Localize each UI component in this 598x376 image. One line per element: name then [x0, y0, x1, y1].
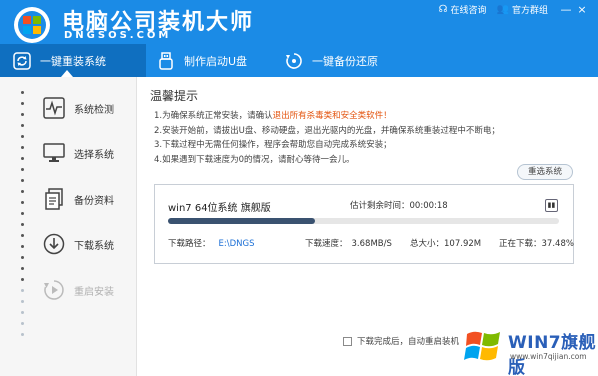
total-size: 总大小：107.92M	[410, 239, 482, 249]
sidebar-item-download-system: 下载系统	[42, 232, 114, 256]
reselect-system-button[interactable]: 重选系统	[517, 164, 573, 180]
sidebar-item-select-system: 选择系统	[42, 141, 114, 165]
usb-icon	[156, 51, 176, 71]
sidebar-item-label: 备份资料	[74, 195, 114, 207]
watermark-url: www.win7qijian.com	[510, 352, 587, 361]
tip-line: 4.如果遇到下载速度为0的情况，请耐心等待一会儿。	[154, 154, 355, 165]
minimize-button[interactable]: —	[558, 3, 574, 16]
headset-icon: ☊	[438, 4, 448, 15]
auto-reboot-label: 下载完成后，自动重启装机	[357, 337, 460, 347]
tab-label: 制作启动U盘	[184, 54, 248, 68]
sidebar-item-label: 下载系统	[74, 240, 114, 252]
documents-icon	[42, 187, 66, 211]
tips-list: 1.为确保系统正常安装，请确认退出所有杀毒类和安全类软件！ 2.安装开始前，请拔…	[154, 109, 500, 167]
tab-label: 一键备份还原	[312, 54, 378, 68]
download-path: 下载路径： E:\DNGS	[168, 239, 255, 249]
sidebar-item-system-check: 系统检测	[42, 96, 114, 120]
tab-backup-restore[interactable]: 一键备份还原	[276, 44, 426, 77]
download-path-value[interactable]: E:\DNGS	[219, 239, 255, 249]
tip-line: 2.安装开始前，请拔出U盘、移动硬盘，退出光驱内的光盘，并确保系统重装过程中不断…	[154, 125, 500, 136]
pulse-icon	[42, 96, 66, 120]
app-logo-icon	[14, 7, 50, 43]
sidebar-item-reboot-install: 重启安装	[42, 278, 114, 302]
system-name: win7 64位系统 旗舰版	[168, 203, 271, 214]
remaining-time-value: 00:00:18	[409, 201, 448, 211]
sidebar-item-backup-data: 备份资料	[42, 187, 114, 211]
tip-line: 3.下载过程中无需任何操作，程序会帮助您自动完成系统安装；	[154, 140, 392, 150]
watermark: WIN7旗舰版 www.win7qijian.com	[452, 322, 598, 376]
official-group-label: 官方群组	[511, 6, 548, 16]
pause-icon: ▮▮	[547, 201, 556, 209]
official-group-link[interactable]: 👥 官方群组	[497, 3, 548, 16]
sidebar-item-label: 系统检测	[74, 104, 114, 116]
group-icon: 👥	[496, 4, 509, 15]
main-tabs: 一键重装系统 制作启动U盘 一键备份还原	[0, 44, 598, 77]
sidebar-item-label: 选择系统	[74, 149, 114, 161]
download-icon	[42, 232, 66, 256]
tip-warning: 退出所有杀毒类和安全类软件！	[272, 111, 392, 121]
download-speed-value: 3.68MB/S	[351, 239, 392, 249]
download-progress-bar	[168, 218, 559, 224]
tab-system-reinstall[interactable]: 一键重装系统	[0, 44, 146, 77]
download-panel: win7 64位系统 旗舰版 估计剩余时间：00:00:18 ▮▮ 下载路径： E…	[154, 184, 574, 264]
notice-title: 温馨提示	[150, 89, 199, 103]
sidebar-item-label: 重启安装	[74, 286, 114, 298]
sidebar: 系统检测 选择系统 备份资料 下载系统 重启安装	[0, 77, 137, 376]
download-speed: 下载速度： 3.68MB/S	[305, 239, 392, 249]
download-progress-fill	[168, 218, 315, 224]
auto-reboot-option[interactable]: 下载完成后，自动重启装机	[343, 335, 459, 347]
tab-make-usb[interactable]: 制作启动U盘	[146, 44, 276, 77]
auto-reboot-checkbox[interactable]	[343, 336, 352, 346]
tab-label: 一键重装系统	[40, 54, 106, 68]
download-percent: 37.48%	[541, 239, 574, 249]
close-button[interactable]: ×	[574, 3, 590, 16]
restore-icon	[284, 51, 304, 71]
online-consult-label: 在线咨询	[450, 6, 487, 16]
progress-dots	[21, 91, 24, 344]
windows-flag-icon	[464, 331, 500, 361]
monitor-icon	[42, 141, 66, 165]
app-header: 电脑公司装机大师 DNGSOS.COM ☊ 在线咨询 👥 官方群组 — × 一键…	[0, 0, 598, 77]
remaining-time: 估计剩余时间：00:00:18	[350, 201, 448, 211]
tip-line: 1.为确保系统正常安装，请确认退出所有杀毒类和安全类软件！	[154, 111, 392, 121]
pause-button[interactable]: ▮▮	[545, 199, 558, 212]
brand-subtitle: DNGSOS.COM	[64, 30, 172, 41]
reboot-icon	[42, 278, 66, 302]
total-size-value: 107.92M	[444, 239, 482, 249]
refresh-icon	[12, 51, 32, 71]
top-links: ☊ 在线咨询 👥 官方群组 — ×	[439, 3, 590, 16]
download-status: 正在下载：37.48%	[499, 239, 574, 249]
active-tab-caret	[61, 70, 73, 77]
online-consult-link[interactable]: ☊ 在线咨询	[439, 3, 487, 16]
